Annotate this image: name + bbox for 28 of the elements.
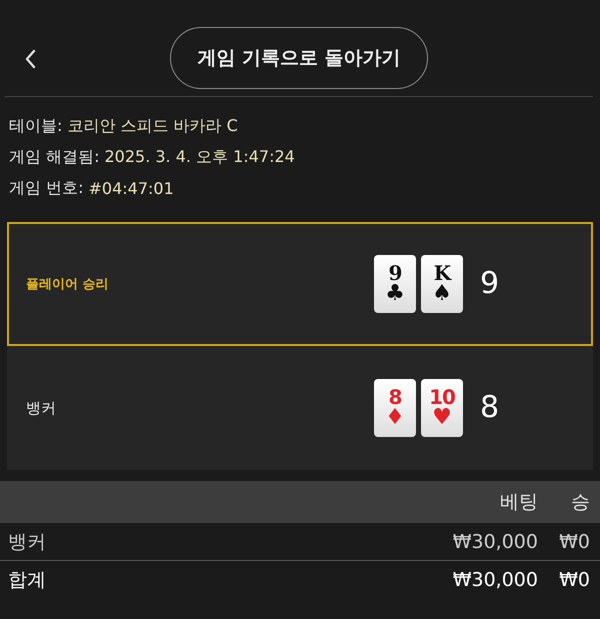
back-to-history-button[interactable]: 게임 기록으로 돌아가기 xyxy=(170,27,428,89)
table-cell-text: 뱅커 xyxy=(8,530,47,554)
hand-score: 8 xyxy=(480,393,500,423)
card-suit: ♣ xyxy=(385,283,405,305)
hand-score: 9 xyxy=(480,269,500,299)
column-header: 베팅 xyxy=(499,490,538,515)
card-suit: ♠ xyxy=(432,283,452,305)
table-cell-text: ₩30,000 xyxy=(452,530,538,552)
table-cell-text: ₩0 xyxy=(558,568,590,590)
info-value: 코리안 스피드 바카라 C xyxy=(67,116,238,137)
table-cell-text: 합계 xyxy=(8,568,47,592)
column-header: 승 xyxy=(570,490,590,515)
table-cell-text: ₩30,000 xyxy=(452,568,538,590)
back-icon[interactable] xyxy=(24,49,36,69)
hand-label: 뱅커 xyxy=(26,398,57,418)
card-suit: ♦ xyxy=(385,407,405,429)
card-rank: 9 xyxy=(388,263,402,283)
info-value: 2025. 3. 4. 오후 1:47:24 xyxy=(104,147,295,168)
table-cell-text: ₩0 xyxy=(558,530,590,552)
info-label: 게임 번호: xyxy=(9,178,84,199)
card-rank: 8 xyxy=(388,387,402,407)
info-label: 테이블: xyxy=(9,116,62,137)
card-rank: 10 xyxy=(429,387,455,407)
card-suit: ♥ xyxy=(432,407,452,429)
hand-label: 플레이어 승리 xyxy=(26,276,110,293)
card-rank: K xyxy=(434,263,450,283)
info-label: 게임 해결됨: xyxy=(9,147,100,168)
info-value: #04:47:01 xyxy=(88,179,174,198)
